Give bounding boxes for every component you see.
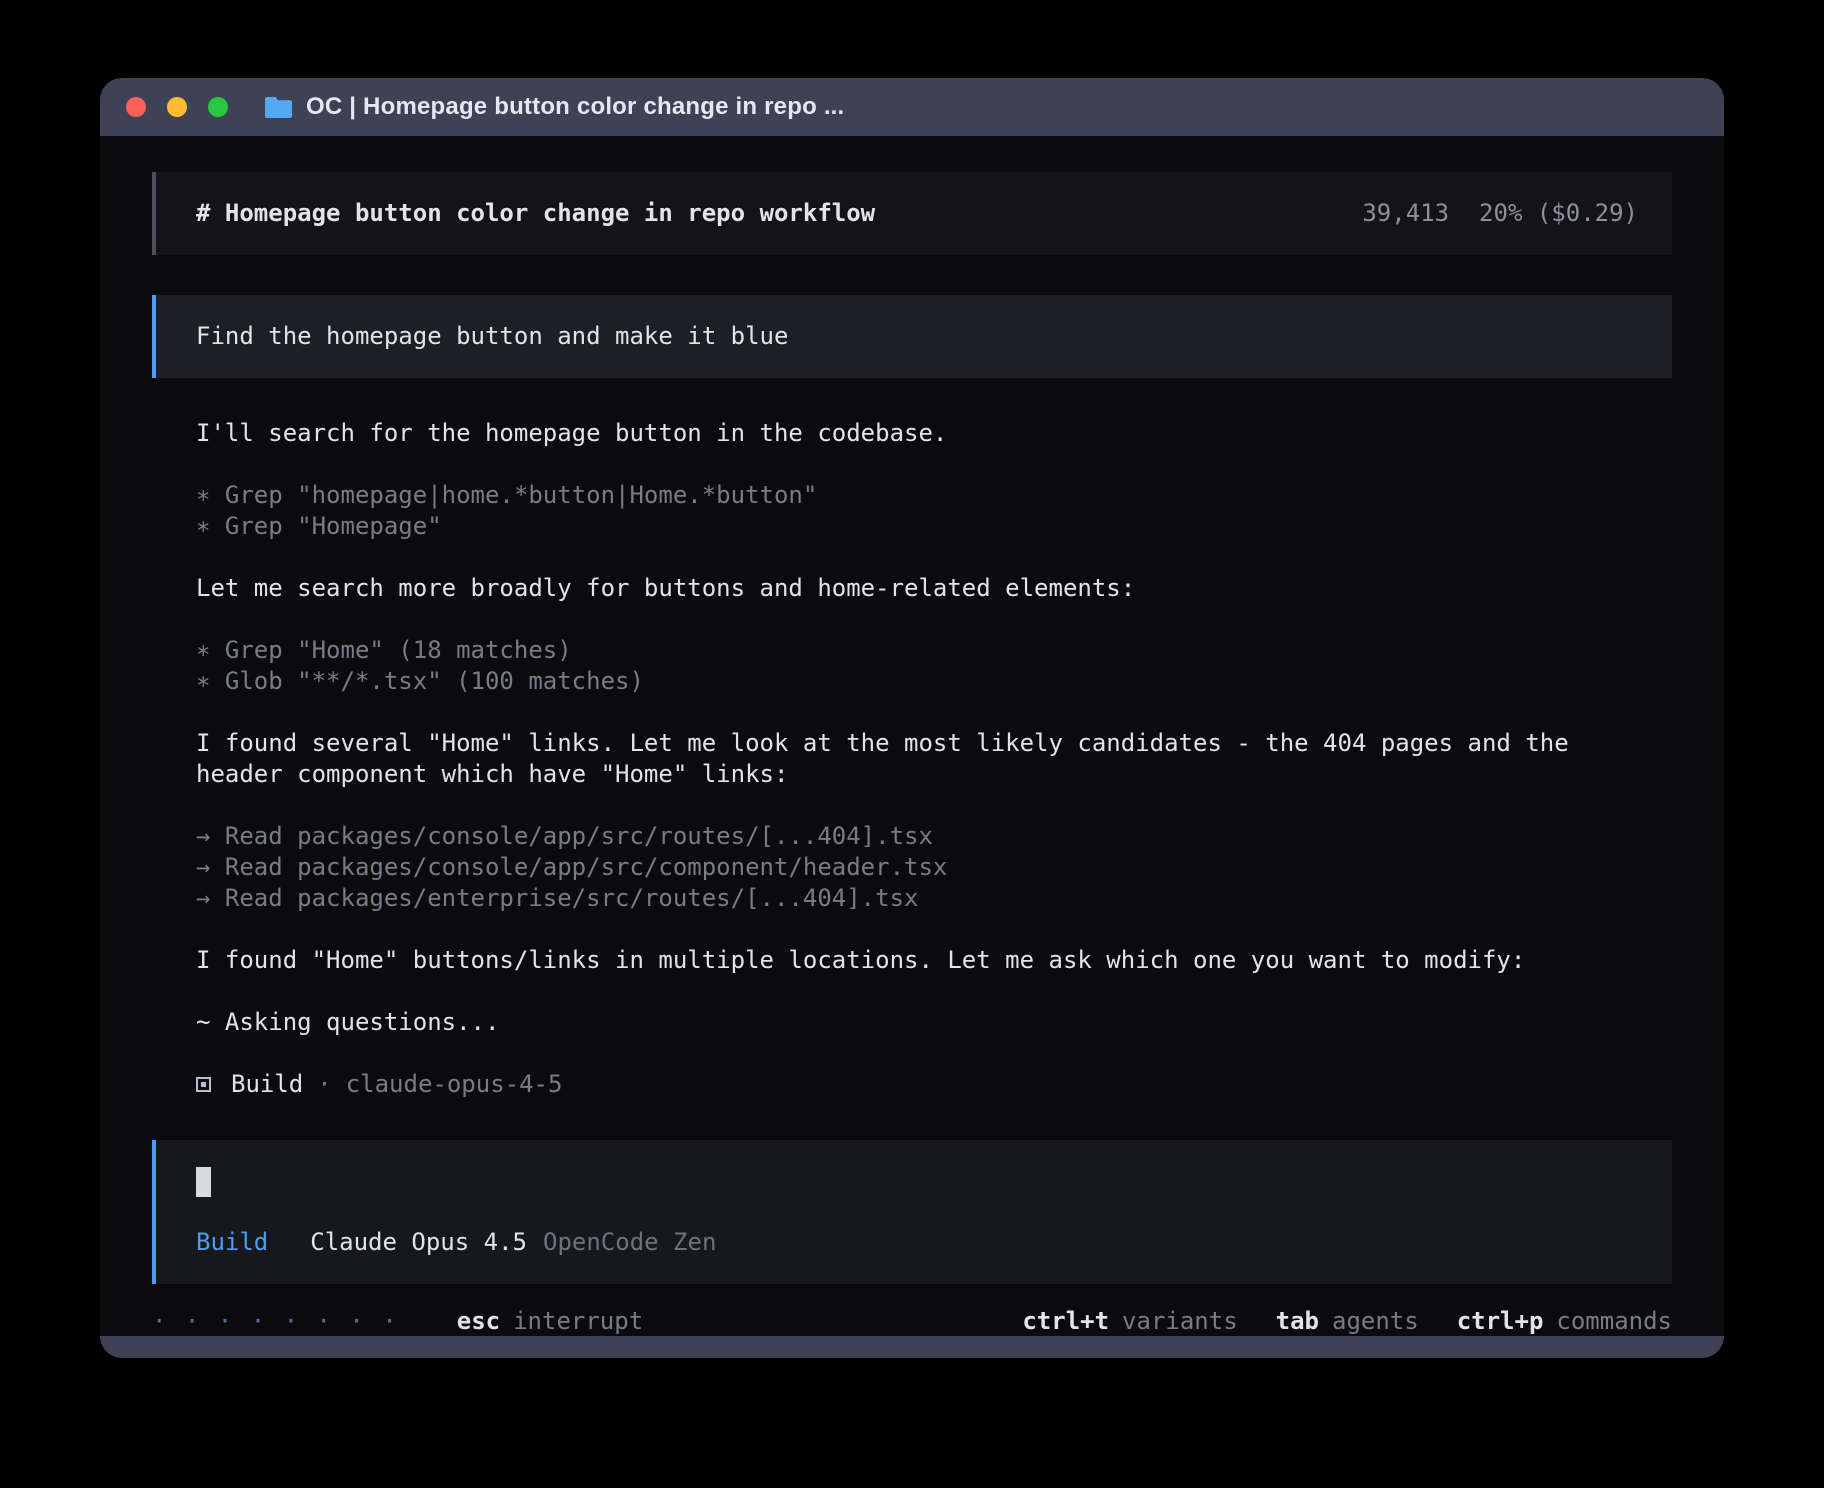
assistant-text: I found several "Home" links. Let me loo… <box>196 728 1652 790</box>
agent-model: claude-opus-4-5 <box>346 1069 563 1100</box>
window-bottom-edge <box>100 1336 1724 1358</box>
shortcut-key: ctrl+p <box>1457 1306 1544 1336</box>
shortcut-variants: ctrl+t variants <box>1022 1306 1237 1336</box>
folder-icon <box>265 96 292 118</box>
shortcut-label: variants <box>1122 1306 1238 1336</box>
shortcut-interrupt: esc interrupt <box>457 1306 643 1336</box>
assistant-text: I found "Home" buttons/links in multiple… <box>196 945 1652 976</box>
agent-name: Build <box>231 1069 303 1100</box>
shortcut-commands: ctrl+p commands <box>1457 1306 1672 1336</box>
status-bar: · · · · · · · · esc interrupt ctrl+t var… <box>152 1306 1672 1336</box>
shortcut-label: interrupt <box>513 1306 643 1336</box>
file-read-line: → Read packages/console/app/src/routes/[… <box>196 821 1652 852</box>
shortcut-label: agents <box>1332 1306 1419 1336</box>
status-line: ~ Asking questions... <box>196 1007 1652 1038</box>
session-header: # Homepage button color change in repo w… <box>152 172 1672 255</box>
text-cursor <box>196 1167 211 1197</box>
terminal-content: # Homepage button color change in repo w… <box>100 136 1724 1336</box>
conversation: I'll search for the homepage button in t… <box>152 418 1672 1100</box>
context-usage: 20% ($0.29) <box>1479 198 1638 229</box>
window-title: OC | Homepage button color change in rep… <box>306 93 844 121</box>
token-count: 39,413 <box>1362 198 1449 229</box>
separator-dot: · <box>317 1069 331 1100</box>
tool-call-grep: ∗ Grep "Home" (18 matches) <box>196 635 1652 666</box>
zoom-window-button[interactable] <box>208 97 228 117</box>
input-meta: Build Claude Opus 4.5 OpenCode Zen <box>196 1227 1638 1258</box>
shortcut-key: ctrl+t <box>1022 1306 1109 1336</box>
close-window-button[interactable] <box>126 97 146 117</box>
prompt-input[interactable]: Build Claude Opus 4.5 OpenCode Zen <box>152 1140 1672 1284</box>
shortcut-key: esc <box>457 1306 500 1336</box>
tool-call-glob: ∗ Glob "**/*.tsx" (100 matches) <box>196 666 1652 697</box>
session-stats: 39,413 20% ($0.29) <box>1362 198 1638 229</box>
file-read-line: → Read packages/enterprise/src/routes/[.… <box>196 883 1652 914</box>
user-message-text: Find the homepage button and make it blu… <box>196 322 788 350</box>
traffic-lights <box>126 97 249 117</box>
input-mode-label: Build <box>196 1227 268 1258</box>
spinner-dots: · · · · · · · · <box>152 1306 399 1336</box>
shortcut-label: commands <box>1556 1306 1672 1336</box>
terminal-window: OC | Homepage button color change in rep… <box>100 78 1724 1358</box>
file-read-line: → Read packages/console/app/src/componen… <box>196 852 1652 883</box>
tool-call-grep: ∗ Grep "homepage|home.*button|Home.*butt… <box>196 480 1652 511</box>
status-bar-right: ctrl+t variants tab agents ctrl+p comman… <box>1022 1306 1672 1336</box>
input-model-label: Claude Opus 4.5 <box>310 1227 527 1258</box>
session-title: # Homepage button color change in repo w… <box>196 198 875 229</box>
window-titlebar[interactable]: OC | Homepage button color change in rep… <box>100 78 1724 136</box>
shortcut-agents: tab agents <box>1276 1306 1419 1336</box>
assistant-text: I'll search for the homepage button in t… <box>196 418 1652 449</box>
tool-call-grep: ∗ Grep "Homepage" <box>196 511 1652 542</box>
build-agent-icon <box>196 1077 211 1092</box>
agent-status-line: Build · claude-opus-4-5 <box>196 1069 1652 1100</box>
input-provider-label: OpenCode Zen <box>543 1227 716 1258</box>
assistant-text: Let me search more broadly for buttons a… <box>196 573 1652 604</box>
shortcut-key: tab <box>1276 1306 1319 1336</box>
user-message-block: Find the homepage button and make it blu… <box>152 295 1672 378</box>
minimize-window-button[interactable] <box>167 97 187 117</box>
